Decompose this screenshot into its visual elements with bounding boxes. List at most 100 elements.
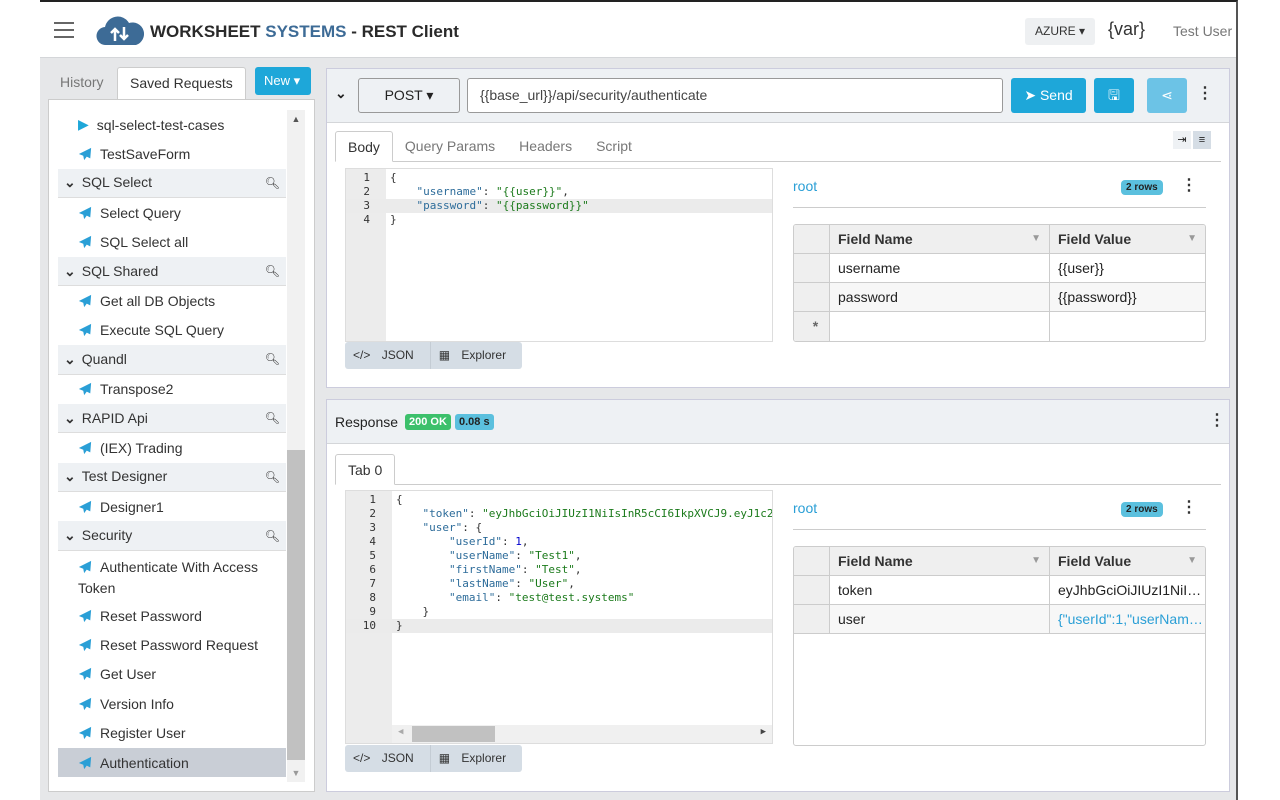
tab-body[interactable]: Body [335,131,393,162]
sidebar-group[interactable]: ⌄ SQL Shared 🔍︎ [58,256,286,287]
tab-headers[interactable]: Headers [507,131,584,161]
column-header[interactable]: Field Name ▼ [830,225,1050,253]
row-selector[interactable] [794,254,830,282]
column-header[interactable]: Field Value ▼ [1050,547,1205,575]
explorer-root-link[interactable]: root [793,500,817,516]
json-view-button[interactable]: </> JSON [345,342,430,369]
response-header: Response 200 OK 0.08 s ⋮ [327,400,1229,444]
sidebar-item[interactable]: ▶ sql-select-test-cases [58,110,286,139]
row-selector[interactable] [794,576,830,604]
row-selector[interactable] [794,605,830,633]
horizontal-scrollbar[interactable]: ◀ ▶ [392,725,772,743]
sidebar-group[interactable]: ⌄ Security 🔍︎ [58,521,286,551]
search-icon[interactable]: 🔍︎ [265,411,280,425]
sidebar-item[interactable]: Transpose2 [58,375,286,404]
response-options-icon[interactable]: ⋮ [1209,413,1225,429]
sidebar-group[interactable]: ⌄ Quandl 🔍︎ [58,345,286,375]
new-row[interactable]: * [794,312,1205,341]
explorer-view-button[interactable]: ▦ Explorer [429,342,522,369]
sidebar-item[interactable]: Reset Password Request [58,630,286,659]
scroll-up-icon[interactable]: ▲ [287,110,305,124]
table-cell[interactable] [830,312,1050,341]
sidebar-item[interactable]: Get all DB Objects [58,286,286,315]
explorer-options-icon[interactable]: ⋮ [1181,500,1197,516]
table-row[interactable]: password {{password}} [794,283,1205,312]
sidebar-group[interactable]: ⌄ SQL Select 🔍︎ [58,168,286,199]
environment-dropdown[interactable]: AZURE ▾ [1025,18,1096,45]
tab-saved-requests[interactable]: Saved Requests [117,67,246,100]
column-header[interactable]: Field Name ▼ [830,547,1050,575]
code-token: , [568,577,575,590]
sidebar-item[interactable]: Execute SQL Query [58,316,286,345]
user-menu[interactable]: Test User [1173,23,1232,39]
table-cell[interactable]: username [830,254,1050,282]
format-icon[interactable]: ≡ [1193,131,1211,149]
sidebar-item[interactable]: Get User [58,660,286,689]
sidebar-group[interactable]: ⌄ RAPID Api 🔍︎ [58,403,286,434]
search-icon[interactable]: 🔍︎ [265,470,280,484]
search-icon[interactable]: 🔍︎ [265,176,280,190]
save-button[interactable]: 🖫 [1094,78,1134,113]
sidebar-item[interactable]: Reset Password [58,601,286,630]
table-cell[interactable]: eyJhbGciOiJIUzI1NiIsInR5cCI6IkpXVCJ9 [1050,576,1205,604]
table-row[interactable]: tokeneyJhbGciOiJIUzI1NiIsInR5cCI6IkpXVCJ… [794,576,1205,605]
table-cell[interactable]: {"userId":1,"userName":"Test1"} [1050,605,1205,633]
collapse-chevron-icon[interactable]: ⌄ [335,85,347,102]
sidebar-item[interactable]: Select Query [58,198,286,227]
filter-icon[interactable]: ▼ [1031,547,1041,575]
url-input[interactable]: {{base_url}}/api/security/authenticate [467,78,1003,113]
hamburger-menu-icon[interactable] [54,22,74,38]
sidebar-item[interactable]: Version Info [58,689,286,718]
explorer-view-button[interactable]: ▦ Explorer [429,745,522,772]
indent-icon[interactable]: ⇥ [1173,131,1191,149]
line-number: 3 [369,521,376,534]
table-cell[interactable] [1050,312,1205,341]
paper-plane-icon [78,147,92,161]
json-view-button[interactable]: </> JSON [345,745,430,772]
sidebar-item[interactable]: Register User [58,718,286,747]
search-icon[interactable]: 🔍︎ [265,529,280,543]
scrollbar-thumb[interactable] [287,450,305,760]
filter-icon[interactable]: ▼ [1187,547,1197,575]
tab-script[interactable]: Script [584,131,644,161]
sidebar-item[interactable]: (IEX) Trading [58,433,286,462]
column-header[interactable]: Field Value ▼ [1050,225,1205,253]
row-selector[interactable] [794,283,830,311]
table-cell[interactable]: user [830,605,1050,633]
sidebar-group[interactable]: ⌄ Test Designer 🔍︎ [58,462,286,493]
table-cell[interactable]: {{user}} [1050,254,1205,282]
status-badge: 200 OK [405,414,451,430]
sidebar-item[interactable]: TestSaveForm [58,139,286,168]
explorer-root-link[interactable]: root [793,178,817,194]
code-token: 1 [515,535,522,548]
table-cell[interactable]: token [830,576,1050,604]
share-button[interactable]: ⋖ [1147,78,1187,113]
sidebar-item[interactable]: SQL Select all [58,228,286,257]
request-body-editor[interactable]: 1{2 "username": "{{user}}", 3 "password":… [345,168,773,342]
scroll-down-icon[interactable]: ▼ [287,768,305,778]
table-cell[interactable]: password [830,283,1050,311]
method-dropdown[interactable]: POST ▾ [358,78,460,113]
send-button[interactable]: ➤ Send [1011,78,1086,113]
tab-history[interactable]: History [48,67,116,100]
code-token: "test@test.systems" [508,591,635,604]
search-icon[interactable]: 🔍︎ [265,352,280,366]
scrollbar-thumb[interactable] [412,726,495,742]
sidebar-item[interactable]: Authentication [58,747,286,778]
filter-icon[interactable]: ▼ [1187,225,1197,253]
variables-button[interactable]: {var} [1108,19,1145,40]
explorer-options-icon[interactable]: ⋮ [1181,178,1197,194]
table-cell[interactable]: {{password}} [1050,283,1205,311]
tab-tab-0[interactable]: Tab 0 [335,454,396,485]
search-icon[interactable]: 🔍︎ [265,264,280,278]
sidebar-item[interactable]: Designer1 [58,492,286,521]
filter-icon[interactable]: ▼ [1031,225,1041,253]
sidebar-scrollbar[interactable]: ▲ ▼ [287,110,305,782]
sidebar-item[interactable]: Authenticate With Access Token [58,551,286,601]
new-button[interactable]: New ▾ [255,67,311,95]
more-options-icon[interactable]: ⋮ [1197,86,1213,102]
tab-query-params[interactable]: Query Params [393,131,507,161]
table-row[interactable]: username {{user}} [794,254,1205,283]
response-body-viewer[interactable]: ◀ ▶ 1{2 "token": "eyJhbGciOiJIUzI1NiIsIn… [345,490,773,744]
table-row[interactable]: user{"userId":1,"userName":"Test1"} [794,605,1205,634]
